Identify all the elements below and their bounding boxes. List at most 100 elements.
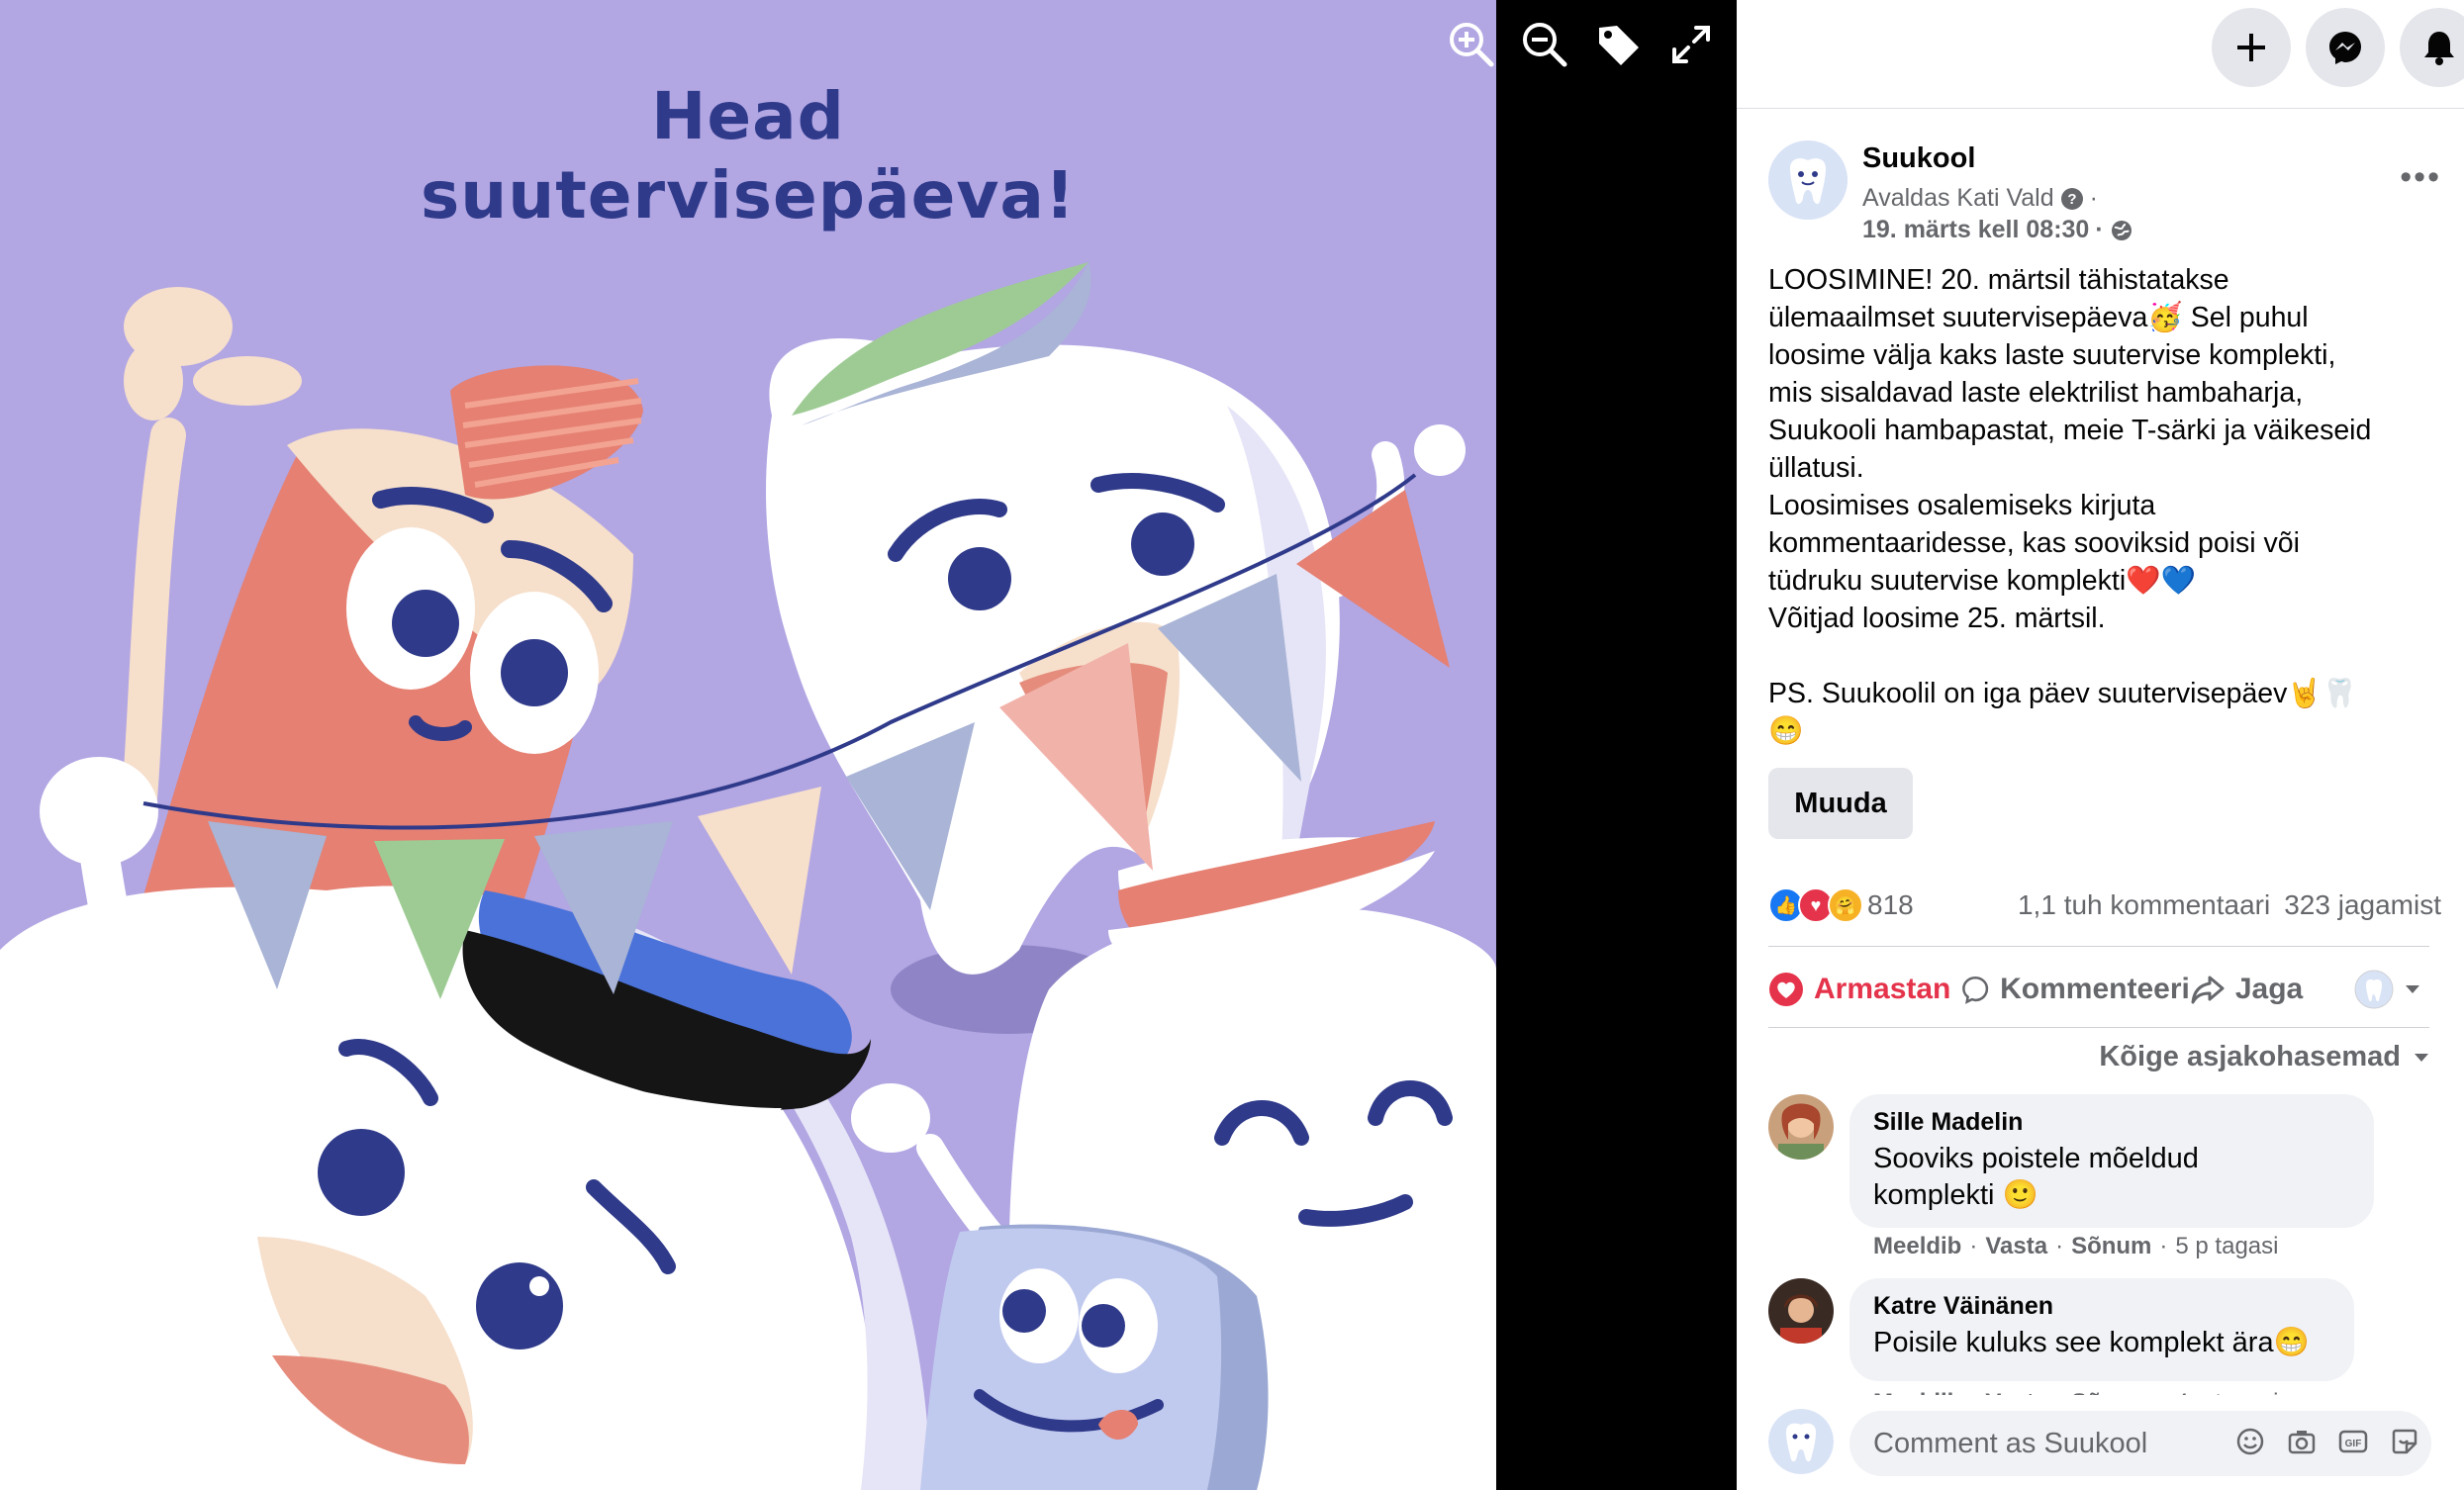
heart-icon — [1769, 973, 1803, 1006]
reaction-count[interactable]: 818 — [1867, 889, 1914, 921]
post-side-panel: Suukool Avaldas Kati Vald ? · 19. märts … — [1737, 0, 2464, 1490]
reactions-summary: 👍 ♥ 🤗 818 1,1 tuh kommentaari 323 jagami… — [1768, 881, 2441, 930]
page-avatar[interactable] — [1768, 140, 1848, 220]
post-text-line: kommentaaridesse, kas sooviksid poisi võ… — [1768, 527, 2300, 559]
notifications-button[interactable] — [2400, 8, 2464, 87]
post-header: Suukool Avaldas Kati Vald ? · 19. märts … — [1768, 139, 2441, 247]
separator-dot: · — [2159, 1233, 2168, 1259]
post-actions: Armastan Kommenteeri Jaga — [1768, 956, 2441, 1023]
composer-avatar — [1768, 1409, 1834, 1474]
user-photo-icon — [1768, 1094, 1834, 1160]
svg-text:GIF: GIF — [2345, 1439, 2362, 1449]
comment-sort-dropdown[interactable]: Kõige asjakohasemad — [2099, 1041, 2430, 1073]
caret-down-icon — [2415, 1053, 2428, 1062]
comment-text: Sooviks poistele mõeldud — [1873, 1143, 2199, 1174]
post-text-line: loosime välja kaks laste suutervise komp… — [1768, 339, 2336, 371]
comment-text: Poisile kuluks see komplekt ära😁 — [1873, 1327, 2310, 1358]
comment-message-link[interactable]: Sõnum — [2071, 1233, 2151, 1260]
plus-icon — [2237, 34, 2265, 61]
create-button[interactable] — [2212, 8, 2291, 87]
love-button[interactable]: Armastan — [1768, 972, 1960, 1007]
engagement-stats: 1,1 tuh kommentaari 323 jagamist — [2018, 889, 2441, 921]
caret-down-icon — [2406, 985, 2419, 993]
separator-dot: · — [2055, 1233, 2064, 1259]
reaction-icons[interactable]: 👍 ♥ 🤗 — [1768, 887, 1863, 923]
tag-icon[interactable] — [1591, 18, 1645, 71]
user-photo-icon — [1768, 1278, 1834, 1344]
tooth-logo-icon — [1768, 140, 1848, 220]
share-count[interactable]: 323 jagamist — [2284, 889, 2441, 921]
published-by-text: Avaldas Kati Vald — [1862, 184, 2054, 212]
divider — [1768, 946, 2429, 947]
separator-dot: · — [1969, 1233, 1978, 1259]
messenger-icon — [2329, 32, 2361, 64]
page-avatar-small-icon — [2354, 970, 2394, 1009]
photo-title-line-1: Head — [651, 78, 845, 154]
zoom-out-icon[interactable] — [1518, 18, 1571, 71]
photo-title-line-2: suutervisepäeva! — [420, 157, 1076, 233]
love-label: Armastan — [1814, 973, 1951, 1005]
post-text-line: 😁 — [1768, 715, 1804, 747]
photo-caption-text: Head suutervisepäeva! — [0, 77, 1496, 235]
comment-bubble: Katre Väinänen Poisile kuluks see komple… — [1849, 1278, 2354, 1381]
comment-composer: Comment as Suukool GIF — [1768, 1409, 2441, 1478]
composer-tools: GIF — [2235, 1427, 2419, 1456]
comment-like-link[interactable]: Meeldib — [1873, 1233, 1961, 1260]
fullscreen-icon[interactable] — [1664, 18, 1718, 71]
sticker-icon[interactable] — [2390, 1427, 2419, 1456]
comment-text: komplekti 🙂 — [1873, 1179, 2038, 1211]
post-options-icon[interactable]: ••• — [2400, 158, 2441, 197]
commenter-name[interactable]: Sille Madelin — [1873, 1108, 2350, 1137]
post-text-line: mis sisaldavad laste elektrilist hambaha… — [1768, 377, 2304, 409]
zoom-in-icon[interactable] — [1445, 18, 1498, 71]
share-button[interactable]: Jaga — [2190, 972, 2354, 1007]
tooth-logo-icon — [1768, 1409, 1834, 1474]
post-text-line: tüdruku suutervise komplekti❤️💙 — [1768, 565, 2197, 597]
post-text-line: LOOSIMINE! 20. märtsil tähistatakse — [1768, 264, 2229, 296]
comment-icon — [1961, 976, 1989, 1004]
post-text-line: üllatusi. — [1768, 452, 1864, 484]
post-as-selector[interactable] — [2354, 970, 2421, 1009]
comment-time[interactable]: 5 p tagasi — [2175, 1233, 2278, 1260]
viewer-toolbar — [1445, 18, 1718, 71]
comment-label: Kommenteeri — [2000, 973, 2190, 1005]
post-text: LOOSIMINE! 20. märtsil tähistatakse ülem… — [1768, 261, 2441, 750]
post-date: 19. märts kell 08:30 · — [1862, 216, 2133, 244]
published-by: Avaldas Kati Vald ? · — [1862, 184, 2098, 213]
messenger-button[interactable] — [2306, 8, 2385, 87]
divider — [1768, 1027, 2429, 1028]
post-date-text[interactable]: 19. märts kell 08:30 — [1862, 216, 2089, 244]
page-name[interactable]: Suukool — [1862, 142, 1975, 175]
comment-button[interactable]: Kommenteeri — [1960, 972, 2190, 1007]
top-bar — [1737, 0, 2464, 109]
share-icon — [2191, 976, 2225, 1004]
gif-icon[interactable]: GIF — [2338, 1427, 2368, 1456]
comment-meta: Meeldib · Vasta · Sõnum · 5 p tagasi — [1873, 1233, 2278, 1260]
comment-placeholder: Comment as Suukool — [1873, 1427, 2148, 1459]
post-text-line — [1768, 637, 2441, 675]
post-text-line: Suukooli hambapastat, meie T-särki ja vä… — [1768, 415, 2372, 446]
svg-text:?: ? — [2067, 191, 2076, 208]
globe-icon — [2111, 220, 2132, 240]
share-label: Jaga — [2234, 973, 2304, 1005]
sort-label: Kõige asjakohasemad — [2099, 1041, 2401, 1072]
comment-reply-link[interactable]: Vasta — [1985, 1233, 2047, 1260]
care-reaction-icon: 🤗 — [1828, 887, 1863, 923]
emoji-icon[interactable] — [2235, 1427, 2265, 1456]
separator-dot: · — [2095, 216, 2104, 243]
post-text-line: Loosimises osalemiseks kirjuta — [1768, 490, 2156, 521]
post-text-line: ülemaailmset suutervisepäeva🥳 Sel puhul — [1768, 302, 2309, 333]
post-text-line: Võitjad loosime 25. märtsil. — [1768, 603, 2106, 634]
camera-icon[interactable] — [2287, 1427, 2317, 1456]
post-text-line: PS. Suukoolil on iga päev suutervisepäev… — [1768, 678, 2358, 709]
commenter-avatar[interactable] — [1768, 1094, 1834, 1160]
bell-icon — [2424, 32, 2454, 65]
edit-button[interactable]: Muuda — [1768, 768, 1913, 839]
photo-post-view: Head suutervisepäeva! Suukool Avaldas Ka… — [0, 0, 2464, 1490]
post-photo: Head suutervisepäeva! — [0, 0, 1496, 1490]
commenter-name[interactable]: Katre Väinänen — [1873, 1292, 2330, 1321]
comment-bubble: Sille Madelin Sooviks poistele mõeldud k… — [1849, 1094, 2374, 1228]
commenter-avatar[interactable] — [1768, 1278, 1834, 1344]
comment-count[interactable]: 1,1 tuh kommentaari — [2018, 889, 2270, 921]
help-icon[interactable]: ? — [2060, 187, 2084, 211]
